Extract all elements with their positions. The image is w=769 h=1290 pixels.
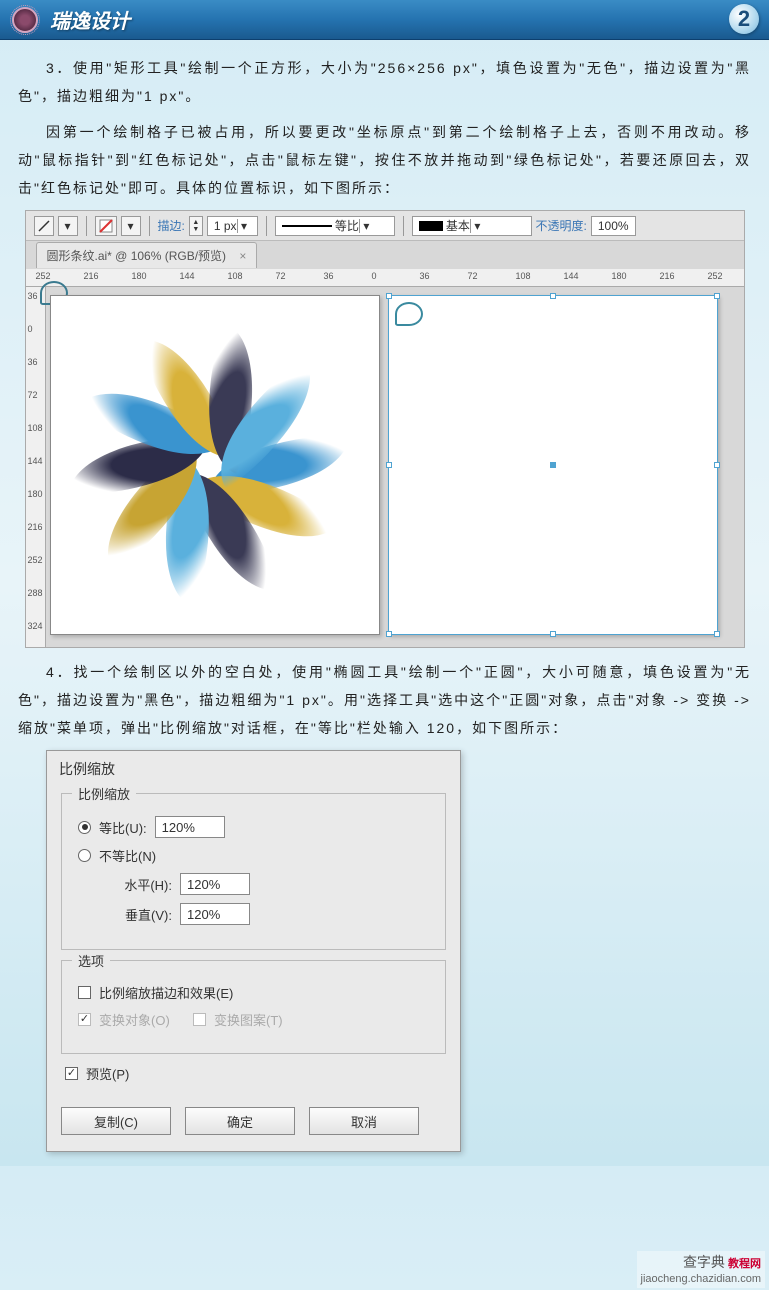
cancel-button[interactable]: 取消 <box>309 1107 419 1135</box>
horizontal-label: 水平(H): <box>102 875 172 894</box>
opacity-label: 不透明度: <box>536 217 587 234</box>
watermark: 查字典 教程网 jiaocheng.chazidian.com <box>637 1251 765 1288</box>
stroke-weight-field[interactable]: 1 px▾ <box>207 216 258 236</box>
stroke-stepper[interactable]: ▲▼ <box>189 216 203 236</box>
document-tab-title: 圆形条纹.ai* @ 106% (RGB/预览) <box>47 249 227 263</box>
ai-options-bar: ▾ ▾ 描边: ▲▼ 1 px▾ 等比▾ 基本▾ 不透明度: 100% <box>26 211 744 241</box>
opacity-field[interactable]: 100% <box>591 216 636 236</box>
horizontal-value-field[interactable]: 120% <box>180 873 250 895</box>
ai-canvas[interactable] <box>46 287 744 647</box>
swirl-artwork <box>51 296 379 634</box>
options-legend: 选项 <box>72 951 110 970</box>
stroke-label: 描边: <box>158 217 185 234</box>
step-3b-text: 因第一个绘制格子已被占用，所以要更改"坐标原点"到第二个绘制格子上去，否则不用改… <box>18 118 751 202</box>
nonuniform-radio[interactable] <box>78 849 91 862</box>
dialog-title: 比例缩放 <box>47 751 460 783</box>
brand-logo-icon <box>12 7 38 33</box>
step-3-text: 3．使用"矩形工具"绘制一个正方形，大小为"256×256 px"，填色设置为"… <box>18 54 751 110</box>
preview-label: 预览(P) <box>86 1064 129 1083</box>
scale-fieldset: 比例缩放 等比(U): 120% 不等比(N) 水平(H): 120% 垂直(V… <box>61 793 446 950</box>
line-tool-icon[interactable] <box>34 216 54 236</box>
uniform-label: 等比(U): <box>99 818 147 837</box>
page-header: 瑞逸设计 2 <box>0 0 769 40</box>
transform-patterns-label: 变换图案(T) <box>214 1010 283 1029</box>
selection-bounds[interactable] <box>388 295 718 635</box>
step-4-text: 4．找一个绘制区以外的空白处，使用"椭圆工具"绘制一个"正圆"，大小可随意，填色… <box>18 658 751 742</box>
scale-dialog: 比例缩放 比例缩放 等比(U): 120% 不等比(N) 水平(H): 120%… <box>46 750 461 1152</box>
scale-legend: 比例缩放 <box>72 784 136 803</box>
transform-patterns-checkbox <box>193 1013 206 1026</box>
ok-button[interactable]: 确定 <box>185 1107 295 1135</box>
vertical-label: 垂直(V): <box>102 905 172 924</box>
close-tab-icon[interactable]: × <box>239 249 246 263</box>
transform-objects-label: 变换对象(O) <box>99 1010 170 1029</box>
preview-checkbox[interactable] <box>65 1067 78 1080</box>
more-options-icon[interactable]: ▾ <box>58 216 78 236</box>
scale-strokes-checkbox[interactable] <box>78 986 91 999</box>
vertical-value-field[interactable]: 120% <box>180 903 250 925</box>
ai-document-tab-bar: 圆形条纹.ai* @ 106% (RGB/预览) × <box>26 241 744 269</box>
swatch-none-icon[interactable] <box>95 216 117 236</box>
scale-strokes-label: 比例缩放描边和效果(E) <box>99 983 233 1002</box>
brush-definition-field[interactable]: 基本▾ <box>412 216 532 236</box>
swatch-dropdown-icon[interactable]: ▾ <box>121 216 141 236</box>
brand-title: 瑞逸设计 <box>50 5 130 34</box>
uniform-value-field[interactable]: 120% <box>155 816 225 838</box>
options-fieldset: 选项 比例缩放描边和效果(E) 变换对象(O) 变换图案(T) <box>61 960 446 1054</box>
vertical-ruler[interactable]: 3603672108144180216252288324 <box>26 287 46 647</box>
copy-button[interactable]: 复制(C) <box>61 1107 171 1135</box>
page-number-badge: 2 <box>729 4 759 34</box>
uniform-radio[interactable] <box>78 821 91 834</box>
illustrator-screenshot: ▾ ▾ 描边: ▲▼ 1 px▾ 等比▾ 基本▾ 不透明度: 100% 圆形条纹… <box>25 210 745 648</box>
artboard-right <box>388 295 718 635</box>
artboard-left <box>50 295 380 635</box>
stroke-profile-field[interactable]: 等比▾ <box>275 216 395 236</box>
tutorial-content: 3．使用"矩形工具"绘制一个正方形，大小为"256×256 px"，填色设置为"… <box>0 40 769 1166</box>
horizontal-ruler[interactable]: 252216180144108723603672108144180216252 <box>26 269 744 287</box>
nonuniform-label: 不等比(N) <box>99 846 156 865</box>
transform-objects-checkbox <box>78 1013 91 1026</box>
document-tab[interactable]: 圆形条纹.ai* @ 106% (RGB/预览) × <box>36 242 258 268</box>
